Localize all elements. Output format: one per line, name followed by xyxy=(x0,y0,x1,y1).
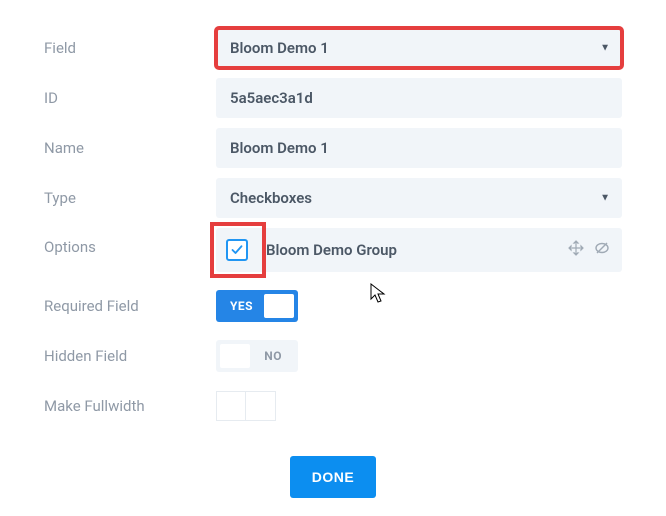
label-id: ID xyxy=(44,89,216,107)
toggle-knob xyxy=(264,294,294,318)
done-button[interactable]: DONE xyxy=(290,456,376,498)
label-type: Type xyxy=(44,189,216,207)
check-icon xyxy=(231,244,243,256)
label-fullwidth: Make Fullwidth xyxy=(44,397,216,415)
label-name: Name xyxy=(44,139,216,157)
field-select[interactable]: Bloom Demo 1 ▼ xyxy=(216,28,622,68)
type-select-value: Checkboxes xyxy=(230,189,312,207)
toggle-half xyxy=(216,391,246,421)
option-checkbox[interactable] xyxy=(226,239,248,261)
required-toggle[interactable]: YES xyxy=(216,290,298,322)
hidden-toggle[interactable]: NO xyxy=(216,340,298,372)
toggle-half xyxy=(246,391,276,421)
label-required: Required Field xyxy=(44,297,216,315)
option-label: Bloom Demo Group xyxy=(266,241,397,259)
label-options: Options xyxy=(44,228,216,256)
unlink-icon[interactable] xyxy=(594,240,610,260)
option-row: Bloom Demo Group xyxy=(216,228,622,272)
move-icon[interactable] xyxy=(568,240,584,260)
name-input[interactable]: Bloom Demo 1 xyxy=(216,128,622,168)
id-value: 5a5aec3a1d xyxy=(230,89,313,107)
type-select[interactable]: Checkboxes ▼ xyxy=(216,178,622,218)
label-field: Field xyxy=(44,39,216,57)
name-value: Bloom Demo 1 xyxy=(230,139,329,157)
chevron-down-icon: ▼ xyxy=(600,43,610,54)
fullwidth-toggle[interactable] xyxy=(216,391,276,421)
toggle-knob xyxy=(220,344,250,368)
field-select-value: Bloom Demo 1 xyxy=(230,39,329,57)
id-input[interactable]: 5a5aec3a1d xyxy=(216,78,622,118)
toggle-no-label: NO xyxy=(264,349,282,363)
label-hidden: Hidden Field xyxy=(44,347,216,365)
chevron-down-icon: ▼ xyxy=(600,193,610,204)
toggle-yes-label: YES xyxy=(230,299,253,313)
